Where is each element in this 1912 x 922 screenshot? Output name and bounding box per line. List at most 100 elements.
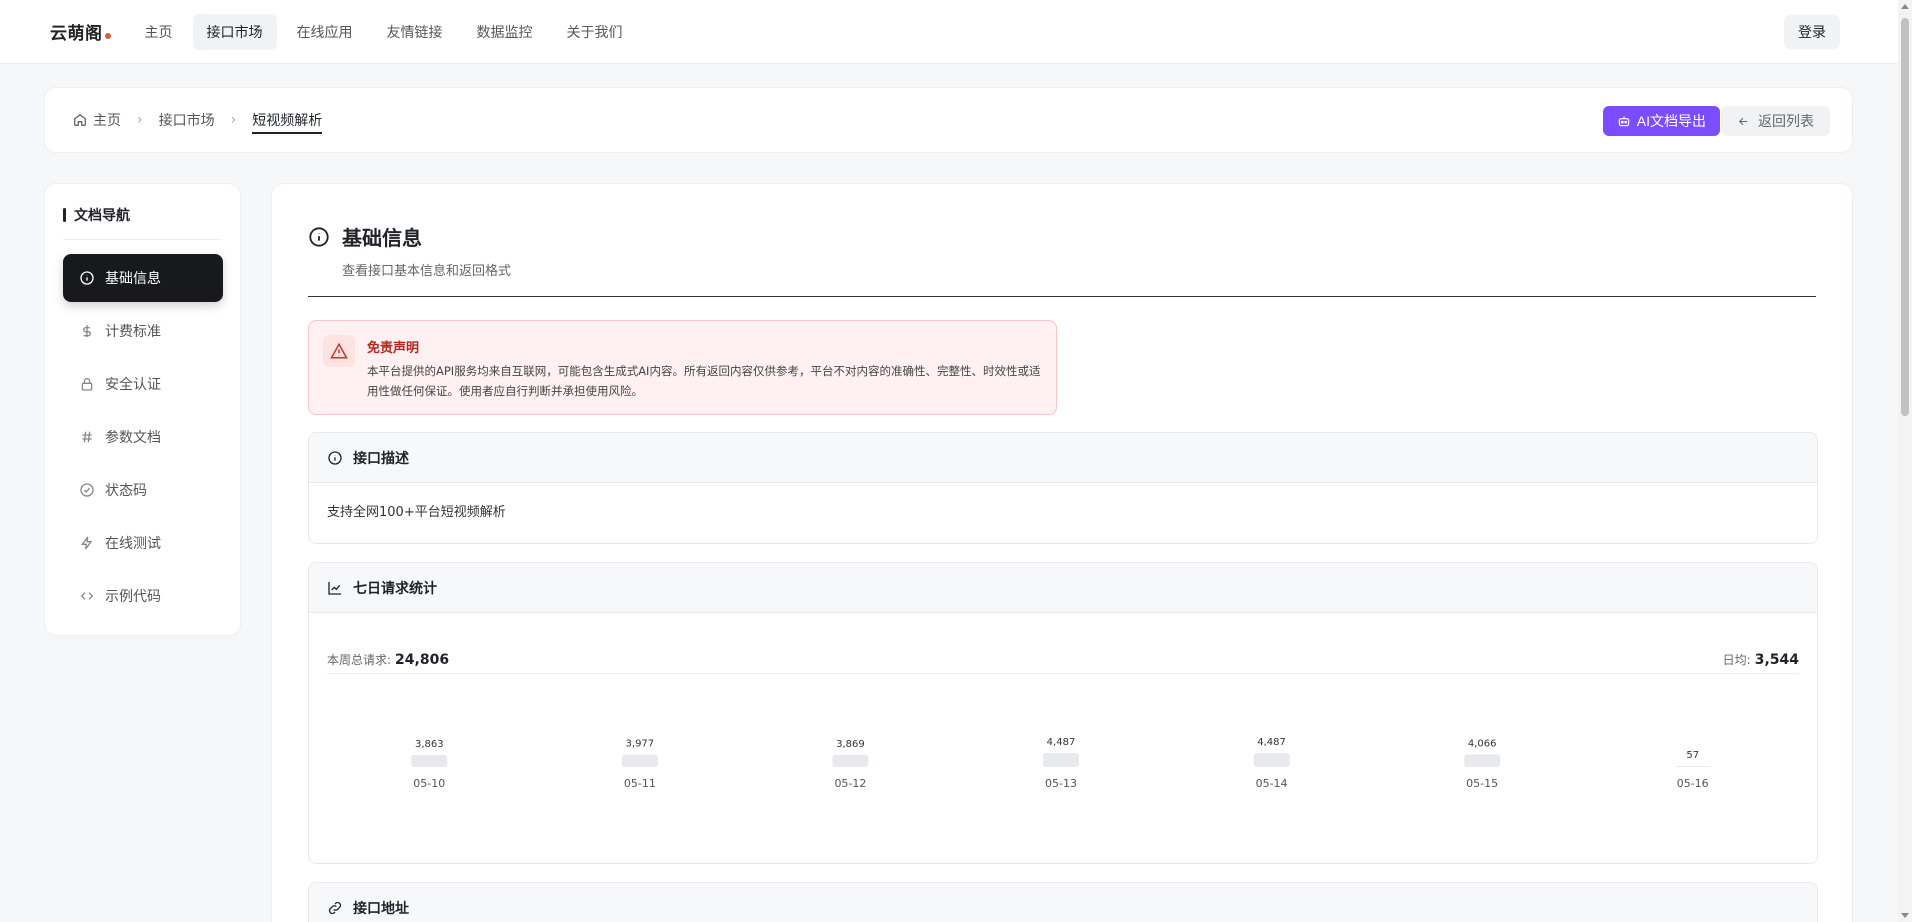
back-label: 返回列表 [1758, 113, 1814, 129]
sidebar-item-status-codes[interactable]: 状态码 [63, 466, 223, 514]
url-card-title: 接口地址 [353, 900, 409, 917]
chart-line-icon [328, 581, 341, 595]
sidebar-item-label: 状态码 [105, 483, 147, 499]
sidebar-item-billing[interactable]: 计费标准 [63, 307, 223, 355]
url-card: 接口地址 [308, 882, 1818, 922]
code-icon [80, 592, 94, 600]
bolt-icon [81, 536, 93, 550]
bar-category-label: 05-13 [1045, 777, 1077, 790]
main-nav: 主页 接口市场 在线应用 友情链接 数据监控 关于我们 [131, 13, 637, 50]
stats-summary: 本周总请求: 24,806 日均: 3,544 [327, 645, 1799, 673]
disclaimer-title: 免责声明 [367, 341, 420, 356]
description-card-title: 接口描述 [353, 450, 409, 467]
stats-card-header: 七日请求统计 [309, 563, 1817, 613]
bar-value-label: 3,863 [415, 739, 444, 750]
chart-bar[interactable] [1043, 753, 1079, 767]
doc-sidebar: 文档导航 基础信息 计费标准 安全认证 参数文档 状态码 在线测试 示例代码 [44, 183, 241, 636]
logo[interactable]: 云萌阁 [50, 19, 111, 44]
sidebar-item-params[interactable]: 参数文档 [63, 413, 223, 461]
lock-icon [81, 378, 93, 391]
sidebar-item-label: 基础信息 [105, 271, 161, 287]
stats-card-title: 七日请求统计 [353, 580, 437, 597]
breadcrumb-bar: 主页 › 接口市场 › 短视频解析 AI文档导出 返回列表 [44, 87, 1853, 153]
section-subtitle: 查看接口基本信息和返回格式 [342, 264, 512, 279]
logo-text: 云萌阁 [50, 24, 103, 44]
chart-bar[interactable] [1674, 766, 1711, 767]
total-requests: 本周总请求: 24,806 [327, 651, 449, 668]
chart-bar[interactable] [411, 754, 448, 767]
bar-category-label: 05-10 [413, 777, 445, 790]
breadcrumb-current: 短视频解析 [252, 110, 323, 134]
warning-icon [323, 335, 355, 367]
stats-divider [327, 673, 1799, 674]
breadcrumb-home[interactable]: 主页 [73, 110, 121, 130]
section-title: 基础信息 [342, 226, 422, 250]
link-icon [328, 901, 342, 914]
sidebar-item-basic-info[interactable]: 基础信息 [63, 254, 223, 302]
total-value: 24,806 [395, 651, 450, 668]
sidebar-item-label: 示例代码 [105, 589, 161, 605]
bar-category-label: 05-16 [1677, 777, 1709, 790]
chart-bar[interactable] [1253, 753, 1290, 767]
info-icon [309, 226, 329, 247]
bar-value-label: 3,977 [626, 739, 655, 750]
page-scrollbar[interactable] [1898, 0, 1912, 922]
chart-bar[interactable] [621, 754, 658, 767]
robot-icon [1618, 116, 1630, 127]
breadcrumb-home-label: 主页 [93, 113, 121, 129]
disclaimer-box: 免责声明 本平台提供的API服务均来自互联网，可能包含生成式AI内容。所有返回内… [308, 320, 1057, 415]
arrow-left-icon [1738, 117, 1748, 125]
scroll-down-arrow[interactable] [1901, 913, 1909, 918]
bar-category-label: 05-12 [834, 777, 866, 790]
bar-value-label: 4,487 [1257, 737, 1286, 748]
description-text: 支持全网100+平台短视频解析 [327, 505, 506, 520]
chevron-right-icon: › [230, 112, 237, 128]
sidebar-item-sample-code[interactable]: 示例代码 [63, 572, 223, 620]
info-icon [80, 271, 94, 285]
chart-bar[interactable] [1464, 754, 1501, 767]
back-to-list-button[interactable]: 返回列表 [1721, 106, 1830, 136]
scroll-thumb[interactable] [1901, 18, 1909, 416]
home-icon [74, 114, 86, 126]
nav-item-links[interactable]: 友情链接 [373, 14, 457, 50]
nav-item-online-apps[interactable]: 在线应用 [283, 14, 367, 50]
hash-icon [82, 431, 92, 443]
disclaimer-text: 本平台提供的API服务均来自互联网，可能包含生成式AI内容。所有返回内容仅供参考… [367, 364, 1041, 398]
sidebar-item-label: 在线测试 [105, 536, 161, 552]
scroll-up-arrow[interactable] [1901, 4, 1909, 9]
check-circle-icon [80, 483, 94, 497]
ai-export-button[interactable]: AI文档导出 [1602, 106, 1720, 136]
login-button[interactable]: 登录 [1784, 15, 1840, 49]
logo-dot [104, 32, 111, 39]
sidebar-title-text: 文档导航 [74, 208, 130, 224]
sidebar-item-label: 参数文档 [105, 430, 161, 446]
bar-value-label: 4,066 [1468, 738, 1497, 749]
total-label: 本周总请求: [327, 652, 392, 667]
ai-export-label: AI文档导出 [1636, 113, 1706, 129]
dollar-icon [83, 325, 91, 337]
nav-item-monitor[interactable]: 数据监控 [463, 14, 547, 50]
bar-value-label: 3,869 [836, 739, 865, 750]
title-bar [63, 208, 66, 222]
sidebar-item-online-test[interactable]: 在线测试 [63, 519, 223, 567]
nav-item-home[interactable]: 主页 [131, 14, 187, 50]
avg-label: 日均: [1722, 652, 1751, 667]
bar-value-label: 4,487 [1047, 737, 1076, 748]
section-header: 基础信息 [308, 222, 422, 251]
url-card-header: 接口地址 [309, 883, 1817, 922]
description-card-header: 接口描述 [309, 433, 1817, 483]
weekly-requests-chart: 3,863 05-10 3,977 05-11 3,869 05-12 4,487 05-13… [411, 737, 1711, 790]
info-icon [328, 450, 342, 465]
divider [63, 239, 222, 240]
nav-item-about[interactable]: 关于我们 [553, 14, 637, 50]
bar-category-label: 05-15 [1466, 777, 1498, 790]
sidebar-item-security[interactable]: 安全认证 [63, 360, 223, 408]
breadcrumb-api-market[interactable]: 接口市场 [159, 110, 215, 130]
chart-bar[interactable] [832, 754, 869, 767]
main-content: 基础信息 查看接口基本信息和返回格式 免责声明 本平台提供的API服务均来自互联… [271, 183, 1853, 922]
sidebar-item-label: 安全认证 [105, 377, 161, 393]
description-card: 接口描述 支持全网100+平台短视频解析 [308, 432, 1818, 544]
bar-category-label: 05-14 [1256, 777, 1288, 790]
nav-item-api-market[interactable]: 接口市场 [192, 13, 277, 50]
sidebar-item-label: 计费标准 [105, 324, 161, 340]
